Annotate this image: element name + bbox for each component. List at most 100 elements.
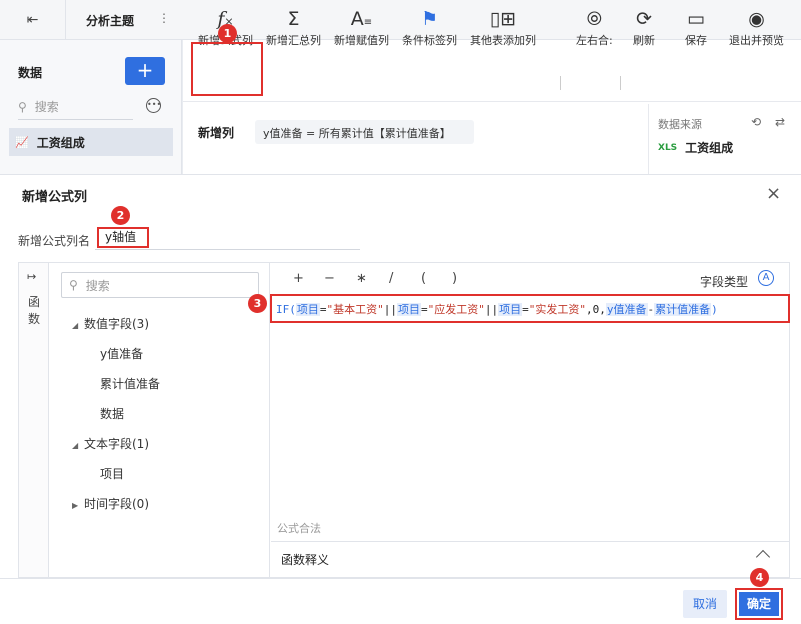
add-column-icon: ▯⊞	[489, 8, 517, 30]
tree-item[interactable]: 数据	[100, 405, 124, 422]
step-badge-3: 3	[248, 294, 267, 313]
toolbar	[183, 40, 801, 102]
formula-field: 项目	[295, 303, 320, 316]
field-panel	[50, 263, 270, 577]
formula-preview-chip[interactable]: y值准备 = 所有累计值【累计值准备】	[255, 120, 474, 144]
formula-field: 累计值准备	[654, 303, 712, 316]
ellipsis-circle-icon[interactable]: •••	[146, 98, 161, 113]
search-placeholder: 搜索	[34, 100, 59, 114]
join-button[interactable]: ⦾ 左右合:	[576, 6, 613, 48]
formula-valid-status: 公式合法	[277, 522, 321, 535]
formula-string: "基本工资"	[326, 303, 384, 316]
caret-down-icon: ◢	[72, 321, 79, 330]
new-column-label: 新增列	[198, 126, 235, 140]
xls-icon: XLS	[658, 142, 678, 153]
function-tab-label[interactable]: 函数	[28, 294, 40, 328]
dialog-title: 新增公式列	[22, 190, 88, 205]
formula-if: IF(	[276, 303, 296, 316]
tool-label: 保存	[685, 34, 707, 47]
step-badge-4: 4	[750, 568, 769, 587]
add-assign-column-button[interactable]: A≡ 新增赋值列	[334, 6, 389, 48]
data-source-item[interactable]: XLS 工资组成	[658, 139, 733, 156]
formula-op: ||	[383, 303, 397, 316]
formula-string: "实发工资"	[528, 303, 586, 316]
sidebar-item-dataset[interactable]: 📈 工资组成	[9, 128, 173, 156]
save-button[interactable]: ▭ 保存	[685, 6, 707, 48]
dialog-footer	[0, 578, 801, 624]
sidebar-title: 数据	[18, 66, 43, 80]
field-search-placeholder: 搜索	[85, 278, 110, 293]
preview-icon: ◉	[748, 8, 765, 30]
confirm-button[interactable]: 确定	[739, 592, 779, 616]
tree-group-numeric[interactable]: ◢ 数值字段(3)	[72, 315, 149, 332]
search-icon: ⚲	[18, 99, 27, 114]
tool-label: 新增汇总列	[266, 34, 321, 47]
save-icon: ▭	[687, 8, 705, 30]
column-name-value[interactable]: y轴值	[97, 227, 149, 248]
tree-group-label: 文本字段(1)	[84, 437, 149, 451]
tree-item[interactable]: 项目	[100, 465, 124, 482]
close-icon[interactable]: ×	[766, 183, 781, 204]
confirm-button-highlight: 确定	[735, 588, 783, 620]
formula-field: 项目	[498, 303, 523, 316]
history-icon[interactable]: ⟲	[751, 115, 761, 129]
formula-op: =	[319, 303, 327, 316]
formula-close: )	[711, 303, 718, 316]
search-icon: ⚲	[69, 278, 78, 292]
cancel-button[interactable]: 取消	[683, 590, 727, 618]
formula-literal: ,0,	[586, 303, 606, 316]
formula-string: "应发工资"	[427, 303, 485, 316]
function-explain-bar[interactable]: 函数释义	[271, 541, 789, 577]
condition-tag-column-button[interactable]: ⚑ 条件标签列	[402, 6, 457, 48]
operator-plus[interactable]: +	[293, 271, 304, 286]
operator-multiply[interactable]: ∗	[356, 271, 367, 286]
data-source-title: 数据来源	[658, 118, 702, 131]
exit-left-icon[interactable]: ⇤	[0, 0, 66, 40]
tool-label: 新增赋值列	[334, 34, 389, 47]
step-badge-1: 1	[218, 24, 237, 43]
expand-arrow-icon[interactable]: ↦	[27, 270, 36, 283]
formula-editor[interactable]: IF(项目="基本工资"||项目="应发工资"||项目="实发工资",0,y值准…	[270, 294, 790, 323]
vertical-dots-icon[interactable]: ⋮	[158, 11, 170, 25]
tree-item[interactable]: y值准备	[100, 345, 143, 362]
assign-icon: A≡	[350, 8, 373, 30]
step-badge-2: 2	[111, 206, 130, 225]
refresh-button[interactable]: ⟳ 刷新	[633, 6, 655, 48]
operator-open-paren[interactable]: (	[421, 271, 426, 286]
tool-label: 条件标签列	[402, 34, 457, 47]
data-source-label: 工资组成	[685, 141, 734, 155]
tool-label: 刷新	[633, 34, 655, 47]
tree-group-time[interactable]: ▶ 时间字段(0)	[72, 495, 149, 512]
toolbar-divider	[620, 76, 621, 90]
formula-op: ||	[484, 303, 499, 316]
add-summary-column-button[interactable]: Σ 新增汇总列	[266, 6, 321, 48]
tree-group-text[interactable]: ◢ 文本字段(1)	[72, 435, 149, 452]
tool-label: 退出并预览	[729, 34, 784, 47]
exit-preview-button[interactable]: ◉ 退出并预览	[729, 6, 784, 48]
dataset-search-input[interactable]: ⚲ 搜索	[18, 94, 133, 120]
sigma-icon: Σ	[287, 8, 300, 30]
other-table-add-column-button[interactable]: ▯⊞ 其他表添加列	[470, 6, 536, 48]
toolbar-divider	[560, 76, 561, 90]
operator-divide[interactable]: /	[389, 271, 393, 286]
add-dataset-button[interactable]: +	[125, 57, 165, 85]
venn-icon: ⦾	[586, 8, 602, 30]
flag-icon: ⚑	[420, 8, 439, 30]
column-name-label: 新增公式列名	[18, 234, 91, 248]
page-title: 分析主题	[86, 14, 135, 28]
operator-close-paren[interactable]: )	[452, 271, 457, 286]
swap-icon[interactable]: ⇄	[775, 115, 785, 129]
formula-op: =	[522, 303, 529, 316]
operator-minus[interactable]: −	[324, 271, 335, 286]
caret-right-icon: ▶	[72, 501, 79, 510]
caret-down-icon: ◢	[72, 441, 79, 450]
tree-item[interactable]: 累计值准备	[100, 375, 160, 392]
function-explain-label: 函数释义	[281, 553, 330, 567]
dataset-label: 工资组成	[36, 135, 85, 150]
field-type-label: 字段类型	[700, 275, 749, 289]
line-chart-icon: 📈	[15, 135, 29, 149]
tree-group-label: 数值字段(3)	[84, 317, 149, 331]
formula-field: 项目	[397, 303, 421, 316]
field-search-input[interactable]: ⚲ 搜索	[61, 272, 259, 298]
field-type-icon[interactable]: A	[758, 270, 774, 286]
